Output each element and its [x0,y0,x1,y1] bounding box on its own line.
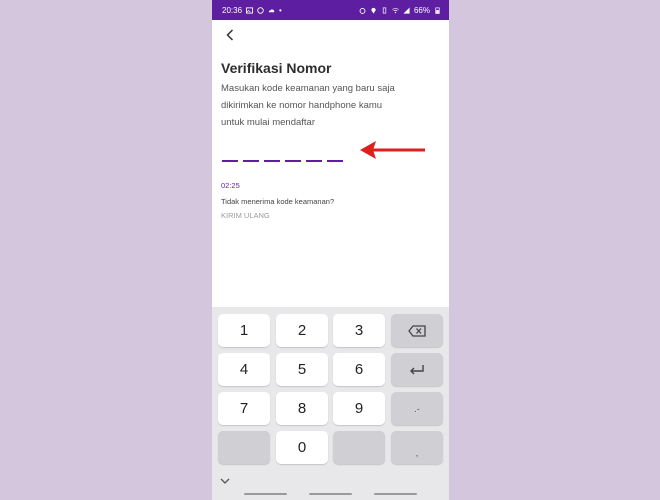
cloud-icon [268,8,275,12]
whatsapp-icon [257,6,264,14]
nav-back[interactable] [374,493,417,495]
otp-digit-slot[interactable] [264,148,280,162]
battery-icon [435,7,440,14]
navigation-bar [212,472,449,500]
key-2[interactable]: 2 [276,314,328,347]
backspace-key[interactable] [391,314,443,347]
vibrate-icon [382,7,387,13]
countdown-timer: 02:25 [221,181,240,190]
otp-input[interactable] [222,148,347,162]
back-arrow-icon [226,29,234,41]
otp-digit-slot[interactable] [243,148,259,162]
description-line: Masukan kode keamanan yang baru saja [221,83,395,94]
symbol-key[interactable]: .- [391,392,443,425]
nav-home[interactable] [309,493,352,495]
key-6[interactable]: 6 [333,353,385,386]
notification-dot-icon: • [279,5,282,15]
comma-key[interactable]: , [391,431,443,464]
status-time: 20:36 [222,5,243,15]
key-9[interactable]: 9 [333,392,385,425]
gallery-icon [246,6,254,14]
key-0[interactable]: 0 [276,431,328,464]
symbol-key-label: .- [414,403,420,414]
otp-digit-slot[interactable] [327,148,343,162]
page-title: Verifikasi Nomor [221,60,332,76]
no-code-received-text: Tidak menerima kode keamanan? [221,197,335,206]
key-4[interactable]: 4 [218,353,270,386]
location-icon [371,7,376,14]
key-7[interactable]: 7 [218,392,270,425]
resend-button[interactable]: KIRIM ULANG [221,211,270,220]
enter-key[interactable] [391,353,443,386]
key-1[interactable]: 1 [218,314,270,347]
annotation-arrow-icon [360,141,425,159]
otp-digit-slot[interactable] [306,148,322,162]
backspace-icon [408,324,426,337]
back-button[interactable] [220,26,240,44]
description-line: dikirimkan ke nomor handphone kamu [221,100,383,111]
comma-key-label: , [415,447,419,458]
blank-key [218,431,270,464]
battery-percentage: 66% [413,5,430,15]
chevron-down-icon[interactable] [220,477,230,485]
signal-icon [403,6,410,14]
phone-screen: 20:36 • 66% Verifikasi Nomor Masukan kod… [212,0,449,500]
key-5[interactable]: 5 [276,353,328,386]
nav-recent-apps[interactable] [244,493,287,495]
otp-digit-slot[interactable] [285,148,301,162]
description-text: Masukan kode keamanan yang baru saja dik… [221,80,443,131]
wifi-icon [392,7,399,13]
alarm-icon [359,7,366,14]
description-line: untuk mulai mendaftar [221,117,315,128]
otp-digit-slot[interactable] [222,148,238,162]
status-bar: 20:36 • 66% [212,0,449,20]
blank-key [333,431,385,464]
enter-icon [410,364,424,374]
key-3[interactable]: 3 [333,314,385,347]
key-8[interactable]: 8 [276,392,328,425]
